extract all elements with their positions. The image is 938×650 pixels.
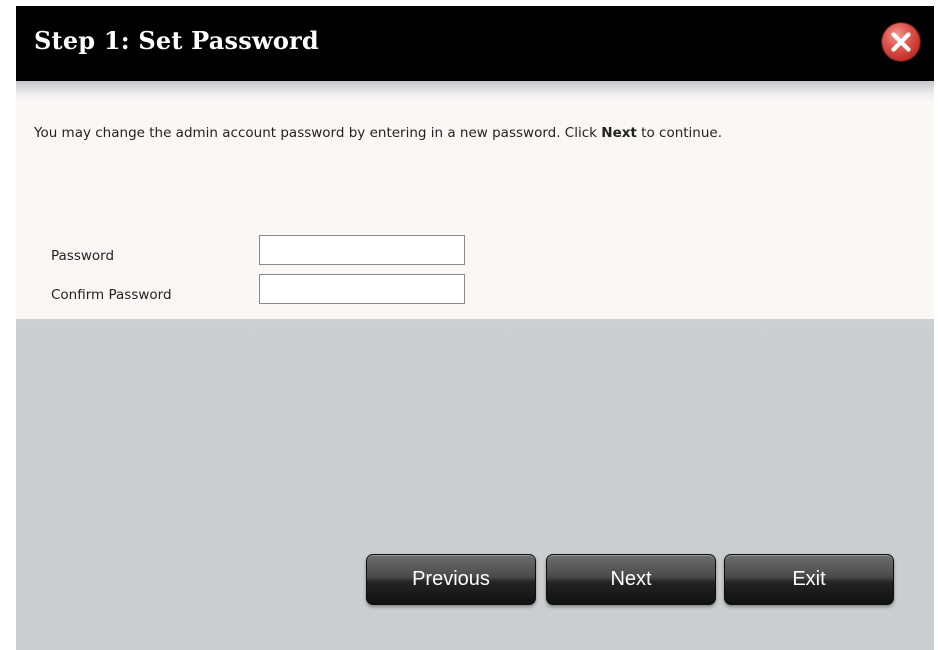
instruction-text: You may change the admin account passwor… [34,124,874,142]
password-label: Password [51,248,115,264]
dialog-titlebar: Step 1: Set Password [16,6,934,81]
instruction-text-end: to continue. [636,125,723,141]
password-input[interactable] [259,235,465,265]
close-button[interactable] [882,23,920,61]
confirm-password-input[interactable] [259,274,465,304]
next-button[interactable]: Next [546,554,716,605]
close-icon [891,32,911,52]
dialog-content: You may change the admin account passwor… [16,100,934,319]
dialog-title: Step 1: Set Password [34,26,319,55]
setup-wizard-dialog: Step 1: Set Password You may change the … [16,6,934,650]
exit-button[interactable]: Exit [724,554,894,605]
instruction-next-keyword: Next [601,125,637,141]
confirm-password-label: Confirm Password [51,287,172,303]
previous-button[interactable]: Previous [366,554,536,605]
instruction-text-start: You may change the admin account passwor… [34,125,602,141]
